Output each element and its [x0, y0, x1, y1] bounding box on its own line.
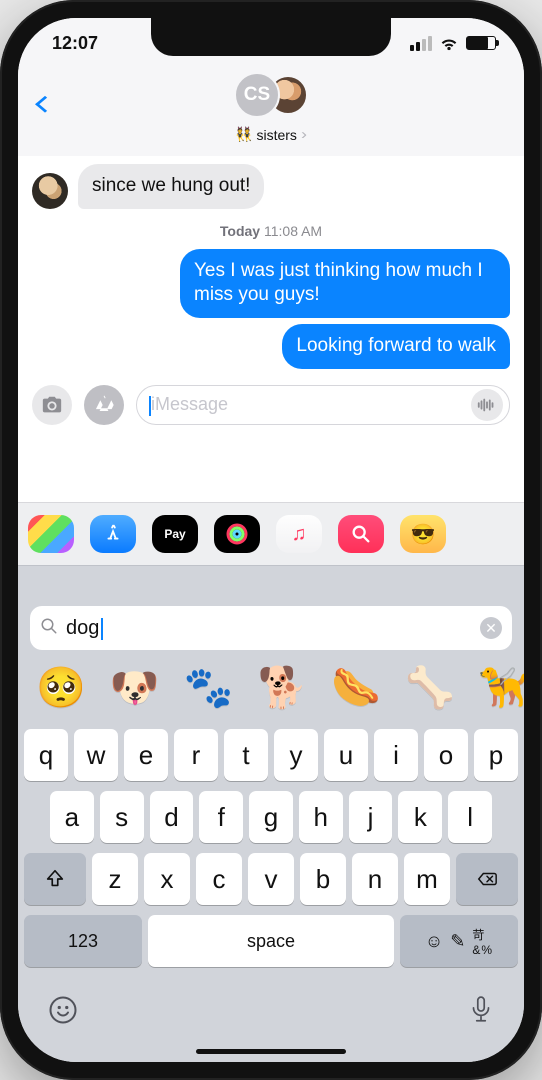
key-v[interactable]: v — [248, 853, 294, 905]
status-icons — [410, 36, 496, 51]
shift-key[interactable] — [24, 853, 86, 905]
emoji-mode-icon: ☺ — [425, 931, 444, 952]
key-u[interactable]: u — [324, 729, 368, 781]
key-y[interactable]: y — [274, 729, 318, 781]
activity-app-icon[interactable] — [214, 515, 260, 553]
battery-icon — [466, 36, 496, 50]
emoji-result[interactable]: 🦴 — [405, 664, 455, 711]
group-avatars[interactable]: CS — [234, 72, 308, 118]
key-z[interactable]: z — [92, 853, 138, 905]
input-mode-key[interactable]: ☺ ✎ 苛&% — [400, 915, 518, 967]
wifi-icon — [439, 36, 459, 51]
handwriting-mode-icon: ✎ — [450, 931, 466, 952]
key-d[interactable]: d — [150, 791, 194, 843]
emoji-search-field[interactable]: dog ✕ — [30, 606, 512, 650]
emoji-results-row: 🥺 🐶 🐾 🐕 🌭 🦴 🦮 — [18, 662, 524, 723]
message-placeholder: iMessage — [151, 394, 228, 415]
timestamp-divider: Today 11:08 AM — [18, 223, 524, 239]
images-search-app-icon[interactable] — [338, 515, 384, 553]
compose-bar: iMessage — [18, 375, 524, 439]
key-j[interactable]: j — [349, 791, 393, 843]
screen: 12:07 CS 👯 sisters › — [18, 18, 524, 1062]
emoji-result[interactable]: 🌭 — [331, 664, 381, 711]
key-h[interactable]: h — [299, 791, 343, 843]
keyboard: dog ✕ 🥺 🐶 🐾 🐕 🌭 🦴 🦮 qwertyuiop asdfghjkl zxcvb… — [18, 565, 524, 1062]
outgoing-message[interactable]: Yes I was just thinking how much I miss … — [180, 249, 510, 318]
sender-avatar[interactable] — [32, 173, 68, 209]
backspace-key[interactable] — [456, 853, 518, 905]
conversation-header: CS 👯 sisters › — [18, 68, 524, 156]
message-bubble[interactable]: since we hung out! — [78, 164, 264, 209]
key-s[interactable]: s — [100, 791, 144, 843]
music-app-icon[interactable]: ♫ — [276, 515, 322, 553]
key-r[interactable]: r — [174, 729, 218, 781]
key-f[interactable]: f — [199, 791, 243, 843]
key-b[interactable]: b — [300, 853, 346, 905]
dictation-button[interactable] — [468, 995, 494, 1033]
key-p[interactable]: p — [474, 729, 518, 781]
message-list[interactable]: since we hung out! Today 11:08 AM Yes I … — [18, 156, 524, 502]
appstore-app-icon[interactable] — [90, 515, 136, 553]
emoji-result[interactable]: 🐾 — [184, 664, 234, 711]
memoji-app-icon[interactable]: 😎 — [400, 515, 446, 553]
key-l[interactable]: l — [448, 791, 492, 843]
search-icon — [40, 617, 58, 640]
key-g[interactable]: g — [249, 791, 293, 843]
chevron-right-icon: › — [301, 126, 307, 143]
symbols-mode-icon: 苛&% — [472, 926, 493, 957]
key-x[interactable]: x — [144, 853, 190, 905]
key-o[interactable]: o — [424, 729, 468, 781]
clock: 12:07 — [52, 33, 98, 54]
key-w[interactable]: w — [74, 729, 118, 781]
cellular-icon — [410, 36, 432, 51]
apple-pay-app-icon[interactable]: Pay — [152, 515, 198, 553]
key-k[interactable]: k — [398, 791, 442, 843]
camera-button[interactable] — [32, 385, 72, 425]
avatar-initials: CS — [234, 72, 280, 118]
conversation-name-label: sisters — [256, 127, 296, 143]
emoji-result[interactable]: 🦮 — [479, 664, 524, 711]
clear-search-button[interactable]: ✕ — [480, 617, 502, 639]
keyboard-bottom-bar — [18, 977, 524, 1039]
key-q[interactable]: q — [24, 729, 68, 781]
key-t[interactable]: t — [224, 729, 268, 781]
key-a[interactable]: a — [50, 791, 94, 843]
back-button[interactable] — [38, 85, 52, 116]
emoji-keyboard-button[interactable] — [48, 995, 78, 1033]
photos-app-icon[interactable] — [28, 515, 74, 553]
key-m[interactable]: m — [404, 853, 450, 905]
key-e[interactable]: e — [124, 729, 168, 781]
key-c[interactable]: c — [196, 853, 242, 905]
emoji-result[interactable]: 🥺 — [36, 664, 86, 711]
iphone-frame: 12:07 CS 👯 sisters › — [0, 0, 542, 1080]
app-drawer-button[interactable] — [84, 385, 124, 425]
message-input[interactable]: iMessage — [136, 385, 510, 425]
conversation-name[interactable]: 👯 sisters › — [235, 124, 307, 145]
notch — [151, 18, 391, 56]
imessage-app-strip[interactable]: Pay ♫ 😎 — [18, 502, 524, 565]
emoji-result[interactable]: 🐕 — [257, 664, 307, 711]
emoji-search-value: dog — [66, 617, 101, 640]
incoming-message: since we hung out! — [18, 156, 524, 209]
space-key[interactable]: space — [148, 915, 394, 967]
outgoing-message[interactable]: Looking forward to walk — [282, 324, 510, 369]
emoji-result[interactable]: 🐶 — [110, 664, 160, 711]
key-i[interactable]: i — [374, 729, 418, 781]
audio-message-button[interactable] — [471, 389, 503, 421]
name-emoji-icon: 👯 — [235, 126, 252, 143]
key-n[interactable]: n — [352, 853, 398, 905]
home-indicator[interactable] — [196, 1049, 346, 1054]
numbers-key[interactable]: 123 — [24, 915, 142, 967]
